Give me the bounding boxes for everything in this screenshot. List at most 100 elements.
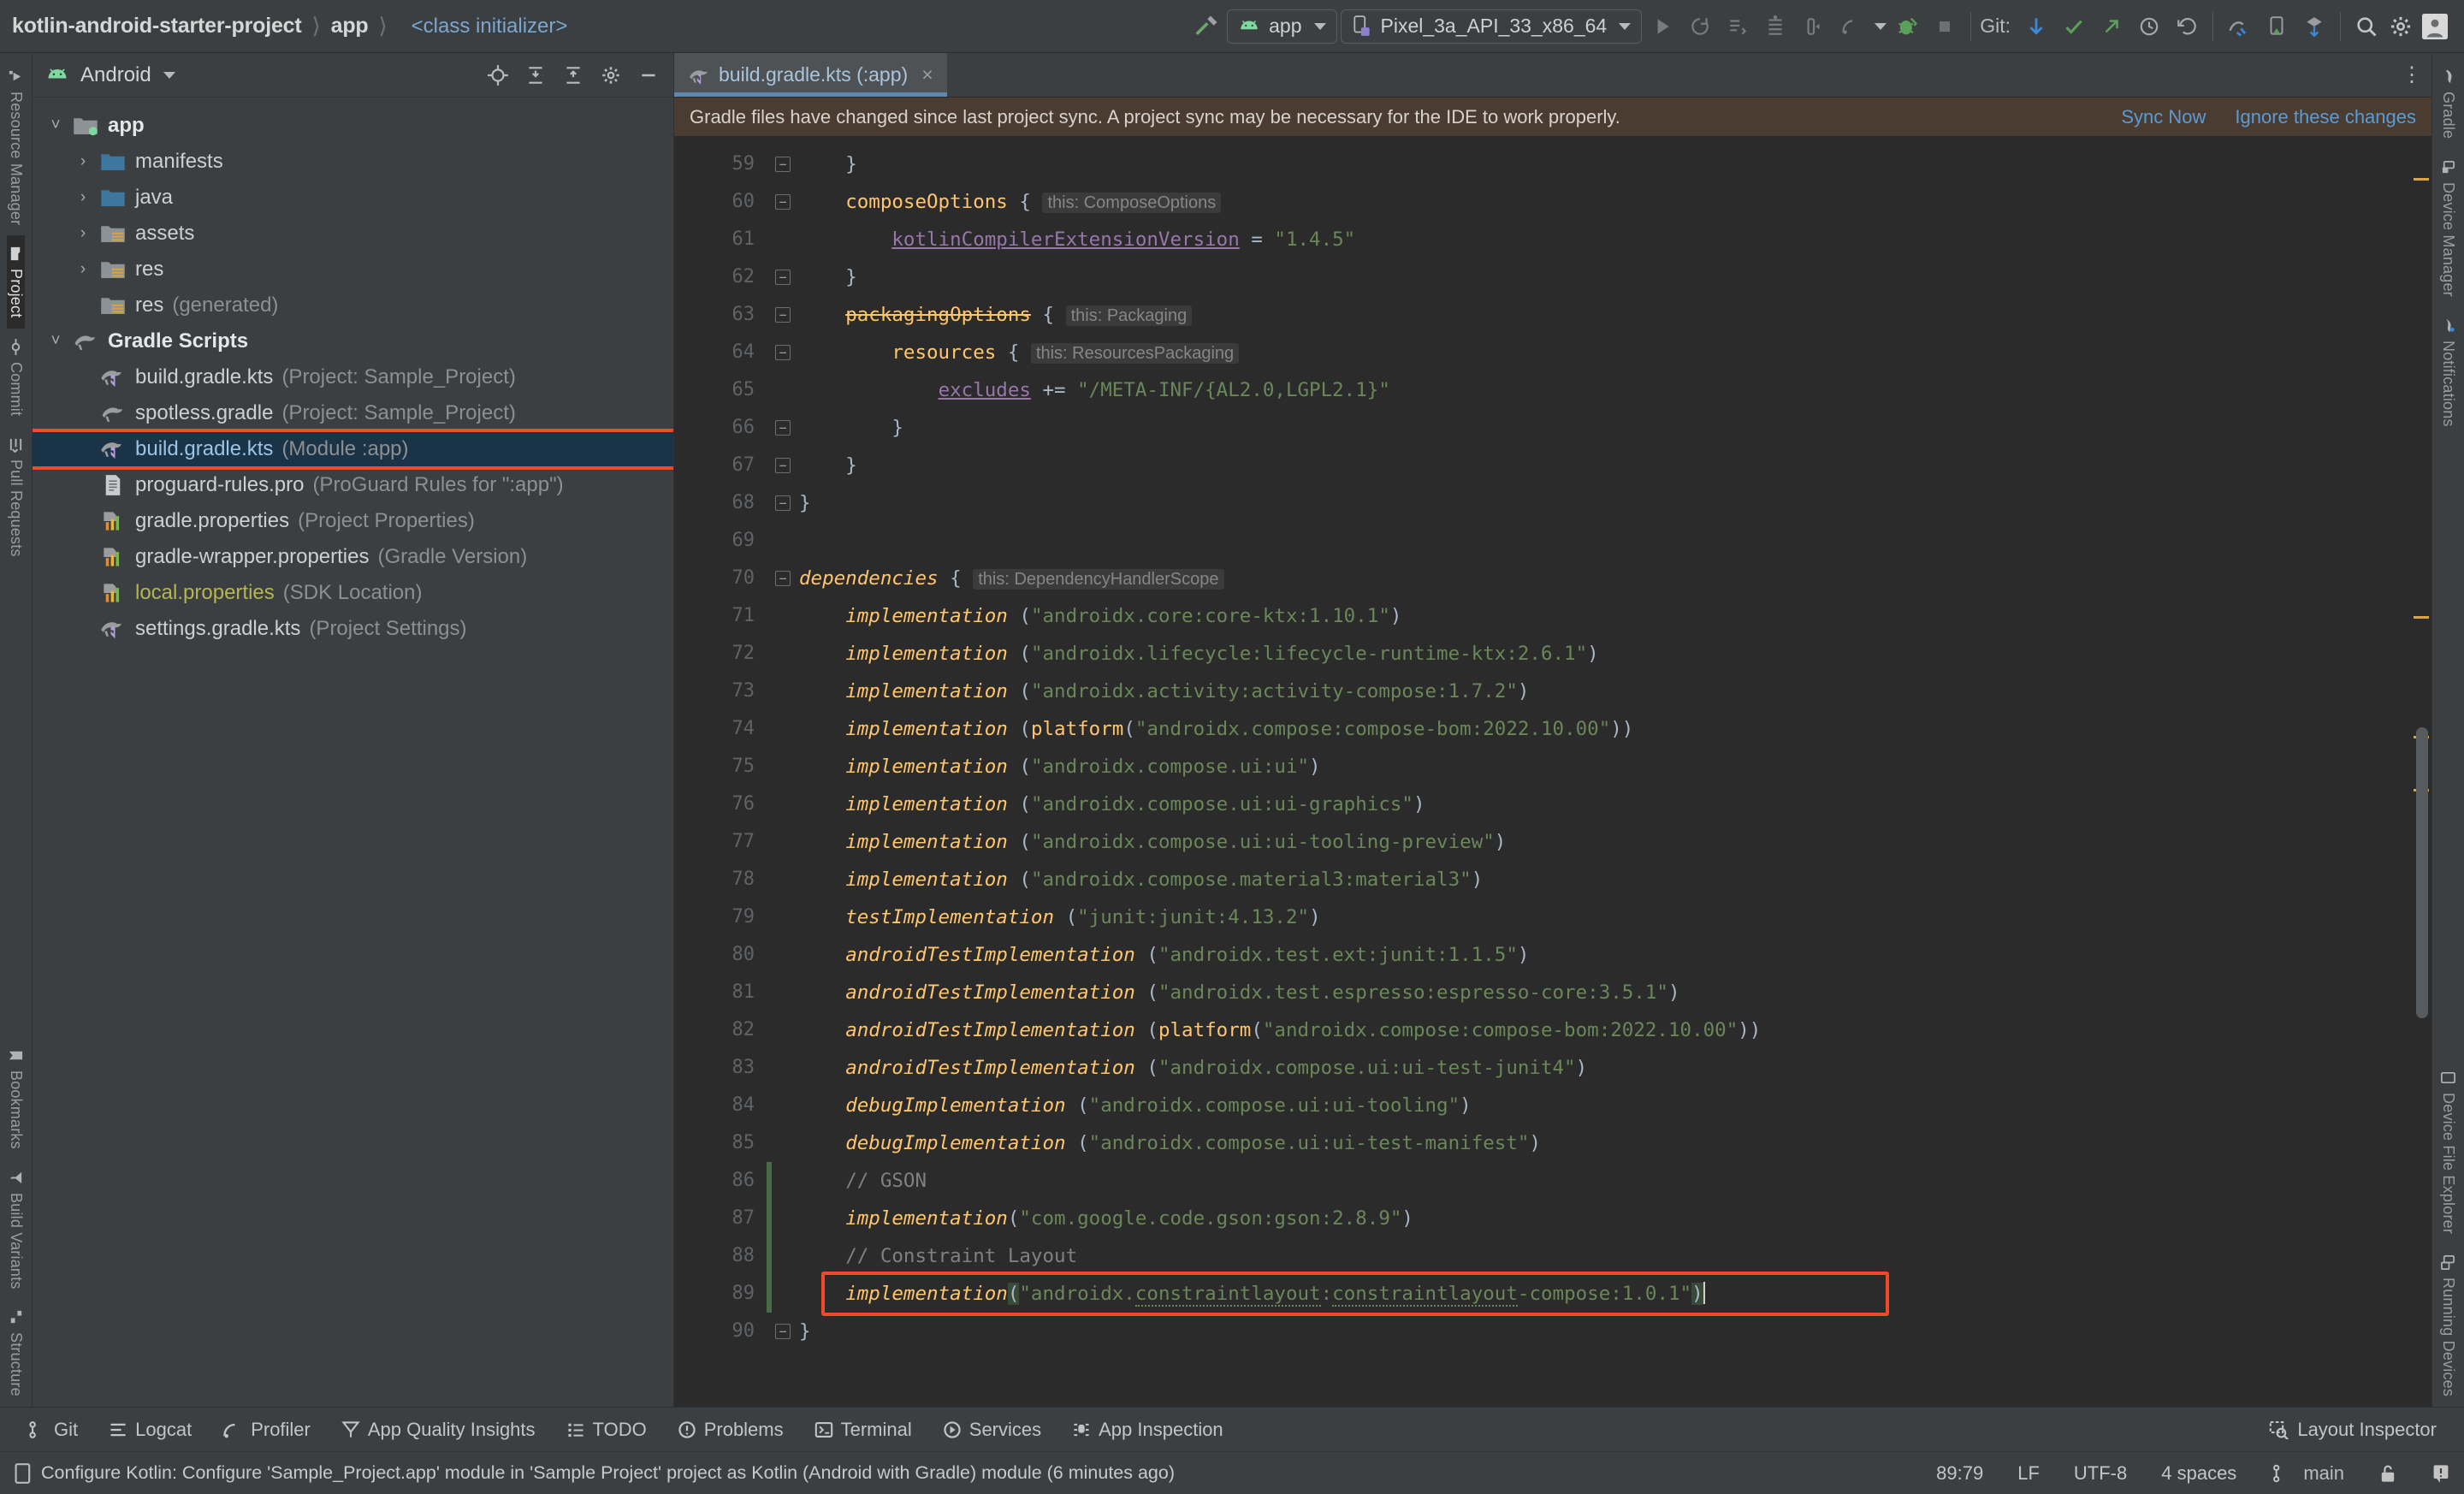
code-line[interactable]: implementation ("androidx.activity:activ… bbox=[799, 673, 2409, 710]
chevron-right-icon[interactable]: › bbox=[68, 188, 98, 207]
fold-toggle-icon[interactable]: − bbox=[767, 484, 799, 522]
fold-toggle-icon[interactable]: − bbox=[767, 1313, 799, 1350]
tree-item[interactable]: local.properties (SDK Location) bbox=[33, 575, 673, 611]
code-line[interactable]: testImplementation ("junit:junit:4.13.2"… bbox=[799, 898, 2409, 936]
code-line[interactable]: } bbox=[799, 409, 2409, 447]
sidebar-item-device-file-explorer[interactable]: Device File Explorer bbox=[2439, 1059, 2457, 1244]
unlocked-icon[interactable] bbox=[2378, 1463, 2397, 1484]
debug-icon[interactable] bbox=[1890, 9, 1924, 44]
git-update-icon[interactable] bbox=[2019, 9, 2053, 44]
code-editor[interactable]: 59 60 61 62 63 64 65 66 67 68 69 70 71 72 73 74 75 76 77 78… bbox=[674, 137, 2431, 1407]
code-line[interactable]: // Constraint Layout bbox=[799, 1237, 2409, 1275]
chevron-right-icon[interactable]: › bbox=[68, 152, 98, 171]
git-push-icon[interactable] bbox=[2094, 9, 2129, 44]
expand-all-icon[interactable] bbox=[521, 61, 550, 90]
sidebar-item-pull-requests[interactable]: Pull Requests bbox=[7, 426, 25, 567]
tree-item[interactable]: ˅ app bbox=[33, 108, 673, 144]
code-line[interactable]: implementation("com.google.code.gson:gso… bbox=[799, 1200, 2409, 1237]
chevron-down-icon[interactable] bbox=[1875, 22, 1887, 30]
tree-item[interactable]: › assets bbox=[33, 216, 673, 252]
sidebar-item-bookmarks[interactable]: Bookmarks bbox=[7, 1037, 25, 1159]
fold-toggle-icon[interactable]: − bbox=[767, 409, 799, 447]
editor-scrollbar-thumb[interactable] bbox=[2416, 727, 2428, 1018]
close-icon[interactable]: × bbox=[921, 63, 933, 86]
tree-item[interactable]: proguard-rules.pro (ProGuard Rules for ":… bbox=[33, 467, 673, 503]
attach-debugger-icon[interactable] bbox=[1796, 9, 1830, 44]
collapse-all-icon[interactable] bbox=[559, 61, 588, 90]
status-message[interactable]: Configure Kotlin: Configure 'Sample_Proj… bbox=[41, 1462, 1175, 1484]
tree-item[interactable]: › manifests bbox=[33, 144, 673, 180]
device-selector[interactable]: Pixel_3a_API_33_x86_64 bbox=[1340, 9, 1643, 44]
editor-options-icon[interactable]: ⋮ bbox=[2394, 53, 2431, 97]
git-history-icon[interactable] bbox=[2132, 9, 2166, 44]
code-line[interactable] bbox=[799, 522, 2409, 560]
code-line[interactable]: androidTestImplementation ("androidx.tes… bbox=[799, 974, 2409, 1011]
code-line[interactable]: debugImplementation ("androidx.compose.u… bbox=[799, 1124, 2409, 1162]
code-line[interactable]: } bbox=[799, 484, 2409, 522]
sidebar-item-build-variants[interactable]: Build Variants bbox=[7, 1159, 25, 1300]
sidebar-item-gradle[interactable]: Gradle bbox=[2439, 58, 2457, 149]
locate-target-icon[interactable] bbox=[483, 61, 512, 90]
editor-tab-build-gradle-kts[interactable]: build.gradle.kts (:app) × bbox=[674, 53, 947, 97]
bottom-tab-profiler[interactable]: Profiler bbox=[207, 1419, 326, 1441]
code-line[interactable]: implementation ("androidx.compose.ui:ui-… bbox=[799, 786, 2409, 823]
project-view-mode-label[interactable]: Android bbox=[80, 63, 151, 87]
code-line[interactable]: implementation ("androidx.lifecycle:life… bbox=[799, 635, 2409, 673]
avd-manager-icon[interactable] bbox=[2260, 9, 2294, 44]
fold-toggle-icon[interactable]: − bbox=[767, 296, 799, 334]
device-explorer-icon[interactable] bbox=[2222, 9, 2256, 44]
code-line[interactable]: androidTestImplementation ("androidx.com… bbox=[799, 1049, 2409, 1087]
bottom-tab-layout-inspector[interactable]: Layout Inspector bbox=[2254, 1419, 2452, 1441]
hide-panel-icon[interactable] bbox=[634, 61, 663, 90]
code-line[interactable]: implementation ("androidx.core:core-ktx:… bbox=[799, 597, 2409, 635]
caret-position[interactable]: 89:79 bbox=[1936, 1462, 1983, 1485]
fold-toggle-icon[interactable]: − bbox=[767, 258, 799, 296]
rerun-icon[interactable] bbox=[1683, 9, 1717, 44]
line-separator[interactable]: LF bbox=[2017, 1462, 2040, 1485]
fold-toggle-icon[interactable]: − bbox=[767, 145, 799, 183]
bottom-tab-services[interactable]: Services bbox=[927, 1419, 1057, 1441]
code-line[interactable]: } bbox=[799, 1313, 2409, 1350]
code-line[interactable]: debugImplementation ("androidx.compose.u… bbox=[799, 1087, 2409, 1124]
tree-item[interactable]: res (generated) bbox=[33, 288, 673, 323]
breadcrumb-project[interactable]: kotlin-android-starter-project bbox=[12, 14, 302, 39]
tree-item-selected[interactable]: build.gradle.kts (Module :app) bbox=[33, 431, 673, 467]
profile-icon[interactable] bbox=[1833, 9, 1868, 44]
settings-gear-icon[interactable] bbox=[2384, 9, 2418, 44]
fold-toggle-icon[interactable]: − bbox=[767, 447, 799, 484]
sidebar-item-running-devices[interactable]: Running Devices bbox=[2439, 1244, 2457, 1407]
bottom-tab-problems[interactable]: Problems bbox=[662, 1419, 799, 1441]
code-line[interactable]: androidTestImplementation (platform("and… bbox=[799, 1011, 2409, 1049]
code-line[interactable]: resources { this: ResourcesPackaging bbox=[799, 334, 2409, 371]
sidebar-item-device-manager[interactable]: Device Manager bbox=[2439, 149, 2457, 307]
account-avatar-icon[interactable] bbox=[2418, 9, 2452, 44]
bottom-tab-logcat[interactable]: Logcat bbox=[93, 1419, 207, 1441]
sidebar-item-resource-manager[interactable]: Resource Manager bbox=[7, 58, 25, 235]
sync-now-link[interactable]: Sync Now bbox=[2121, 106, 2206, 128]
code-line[interactable]: // GSON bbox=[799, 1162, 2409, 1200]
sidebar-item-structure[interactable]: Structure bbox=[7, 1299, 25, 1407]
chevron-down-icon[interactable]: ˅ bbox=[41, 332, 70, 351]
tree-item[interactable]: ˅ Gradle Scripts bbox=[33, 323, 673, 359]
code-line[interactable]: packagingOptions { this: Packaging bbox=[799, 296, 2409, 334]
code-line[interactable]: implementation ("androidx.compose.ui:ui-… bbox=[799, 823, 2409, 861]
stripe-marker-warning[interactable] bbox=[2414, 178, 2429, 181]
run-configuration-selector[interactable]: app bbox=[1227, 9, 1337, 44]
code-line[interactable]: } bbox=[799, 145, 2409, 183]
error-stripe-scrollbar[interactable] bbox=[2409, 137, 2431, 1407]
code-line[interactable]: } bbox=[799, 258, 2409, 296]
settings-gear-icon[interactable] bbox=[596, 61, 625, 90]
project-tree[interactable]: ˅ app › manifests › java › assets › res res (genera… bbox=[33, 98, 673, 1407]
sidebar-item-notifications[interactable]: Notifications bbox=[2439, 307, 2457, 437]
apply-code-changes-icon[interactable] bbox=[1758, 9, 1792, 44]
run-icon[interactable] bbox=[1645, 9, 1679, 44]
code-line[interactable]: } bbox=[799, 447, 2409, 484]
stripe-marker-warning[interactable] bbox=[2414, 616, 2429, 619]
stop-icon[interactable] bbox=[1928, 9, 1962, 44]
git-branch-icon[interactable] bbox=[2271, 1462, 2288, 1485]
tree-item[interactable]: build.gradle.kts (Project: Sample_Project… bbox=[33, 359, 673, 395]
file-encoding[interactable]: UTF-8 bbox=[2074, 1462, 2127, 1485]
ignore-changes-link[interactable]: Ignore these changes bbox=[2235, 106, 2416, 128]
tree-item[interactable]: settings.gradle.kts (Project Settings) bbox=[33, 611, 673, 647]
code-line[interactable]: dependencies { this: DependencyHandlerSc… bbox=[799, 560, 2409, 597]
